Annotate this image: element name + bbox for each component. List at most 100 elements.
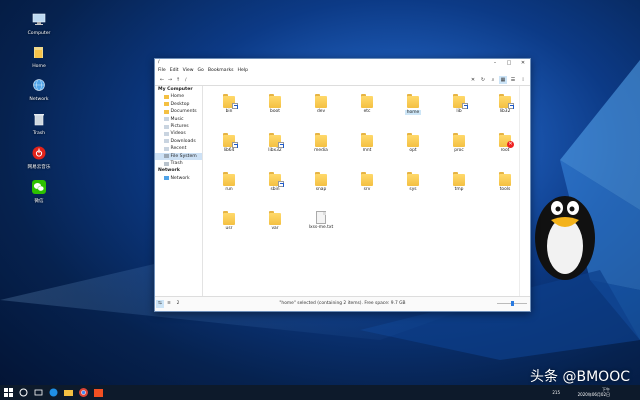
zoom-slider[interactable] [497, 301, 527, 306]
folder-icon [361, 133, 373, 147]
file-grid[interactable]: bin boot dev etc home lib lib32 lib64 libx32 medi… [204, 86, 520, 298]
wechat-icon [32, 180, 46, 194]
store-icon[interactable] [93, 387, 104, 398]
folder-item[interactable]: run [214, 172, 244, 192]
computer-icon [32, 13, 46, 25]
symlink-icon [278, 142, 284, 148]
task-view-icon[interactable] [33, 387, 44, 398]
item-label: libx32 [268, 148, 282, 153]
folder-item[interactable]: usr [214, 211, 244, 231]
start-icon[interactable] [3, 387, 14, 398]
folder-item[interactable]: proc [444, 133, 474, 153]
folder-item[interactable]: lib32 [490, 94, 520, 114]
sidebar-head-network[interactable]: Network [155, 167, 202, 174]
menu-go[interactable]: Go [196, 67, 206, 75]
file-manager-window[interactable]: / – □ ✕ File Edit View Go Bookmarks Help… [154, 58, 531, 312]
desktop-icon-computer[interactable]: Computer [22, 12, 56, 37]
reload-icon[interactable]: ↻ [479, 76, 487, 84]
compact-view-icon[interactable]: ⁞ [519, 76, 527, 84]
desktop-icon-network[interactable]: Network [22, 78, 56, 103]
sidebar-item-network[interactable]: Network [155, 175, 202, 182]
folder-item[interactable]: dev [306, 94, 336, 114]
desktop-icon-home[interactable]: Home [22, 45, 56, 70]
folder-item[interactable]: srv [352, 172, 382, 192]
sidebar-item-label: Music [170, 116, 184, 122]
minimize-button[interactable]: – [488, 59, 502, 67]
folder-item[interactable]: media [306, 133, 336, 153]
sidebar-item-music[interactable]: Music [155, 116, 202, 123]
close-button[interactable]: ✕ [516, 59, 530, 67]
sidebar-item-label: Documents [170, 109, 197, 115]
sidebar-item-pictures[interactable]: Pictures [155, 123, 202, 130]
vertical-scrollbar[interactable] [519, 86, 530, 298]
folder-item[interactable]: sbin [260, 172, 290, 192]
downloads-folder-icon [164, 139, 169, 144]
sidebar-item-desktop[interactable]: Desktop [155, 101, 202, 108]
menu-file[interactable]: File [156, 67, 168, 75]
folder-item[interactable]: tools [490, 172, 520, 192]
sidebar-item-label: Recent [170, 146, 187, 152]
forward-button[interactable]: → [166, 77, 174, 83]
item-label: proc [454, 148, 464, 153]
folder-icon [269, 172, 284, 187]
menu-view[interactable]: View [181, 67, 196, 75]
folder-item[interactable]: lib [444, 94, 474, 114]
network-icon [164, 176, 169, 181]
location-bar[interactable]: / [185, 78, 187, 83]
file-item[interactable]: lxss-me.txt [306, 211, 336, 230]
folder-item[interactable]: etc [352, 94, 382, 114]
folder-item[interactable]: tmp [444, 172, 474, 192]
menu-bookmarks[interactable]: Bookmarks [206, 67, 236, 75]
up-button[interactable]: ↑ [174, 77, 182, 83]
desktop-icon-trash[interactable]: Trash [22, 112, 56, 137]
folder-item[interactable]: bin [214, 94, 244, 114]
folder-item[interactable]: snap [306, 172, 336, 192]
folder-item[interactable]: boot [260, 94, 290, 114]
sidebar-item-trash[interactable]: Trash [155, 160, 202, 167]
back-button[interactable]: ← [158, 77, 166, 83]
folder-icon [361, 94, 373, 108]
icon-view-icon[interactable]: ▦ [499, 76, 507, 84]
status-bar: ⇆ ≡ 2 "home" selected (containing 2 item… [155, 296, 530, 311]
sidebar-item-videos[interactable]: Videos [155, 130, 202, 137]
folder-icon [223, 172, 235, 186]
file-explorer-icon[interactable] [63, 387, 74, 398]
edge-icon[interactable] [48, 387, 59, 398]
folder-item[interactable]: lib64 [214, 133, 244, 153]
folder-item[interactable]: ✕ root [490, 133, 520, 153]
folder-icon [315, 133, 327, 147]
desktop-icon-wechat[interactable]: 微信 [22, 180, 56, 205]
watermark: 头条 @BMOOC [530, 369, 630, 385]
sidebar-item-file-system[interactable]: File System [155, 152, 202, 160]
sidebar-item-downloads[interactable]: Downloads [155, 138, 202, 145]
list-view-icon[interactable]: ☰ [509, 76, 517, 84]
chrome-icon[interactable] [78, 387, 89, 398]
sidebar-item-recent[interactable]: Recent [155, 145, 202, 152]
taskbar: 215 下午 2020年06月02日 [0, 385, 640, 400]
folder-item[interactable]: var [260, 211, 290, 231]
netease-music-icon [32, 146, 46, 160]
clock[interactable]: 下午 2020年06月02日 [578, 387, 610, 397]
folder-item[interactable]: libx32 [260, 133, 290, 153]
network-icon [33, 79, 45, 91]
folder-item[interactable]: mnt [352, 133, 382, 153]
folder-item[interactable]: sys [398, 172, 428, 192]
sidebar-item-documents[interactable]: Documents [155, 108, 202, 115]
folder-icon [361, 172, 373, 186]
item-label: sys [409, 187, 417, 192]
menu-help[interactable]: Help [236, 67, 250, 75]
folder-item[interactable]: opt [398, 133, 428, 153]
sidebar-item-home[interactable]: Home [155, 93, 202, 100]
search-icon[interactable]: ⌕ [489, 76, 497, 84]
menu-bar: File Edit View Go Bookmarks Help [155, 67, 530, 75]
sidebar-head-my-computer[interactable]: My Computer [155, 86, 202, 93]
clear-location-icon[interactable]: ✕ [469, 76, 477, 84]
menu-edit[interactable]: Edit [168, 67, 181, 75]
title-bar[interactable]: / – □ ✕ [155, 59, 530, 67]
cortana-icon[interactable] [18, 387, 29, 398]
maximize-button[interactable]: □ [502, 59, 516, 67]
zoom-slider-knob[interactable] [510, 301, 514, 306]
desktop-icon-netease-music[interactable]: 网易云音乐 [22, 146, 56, 171]
folder-item[interactable]: home [398, 94, 428, 115]
recent-icon [164, 146, 169, 151]
